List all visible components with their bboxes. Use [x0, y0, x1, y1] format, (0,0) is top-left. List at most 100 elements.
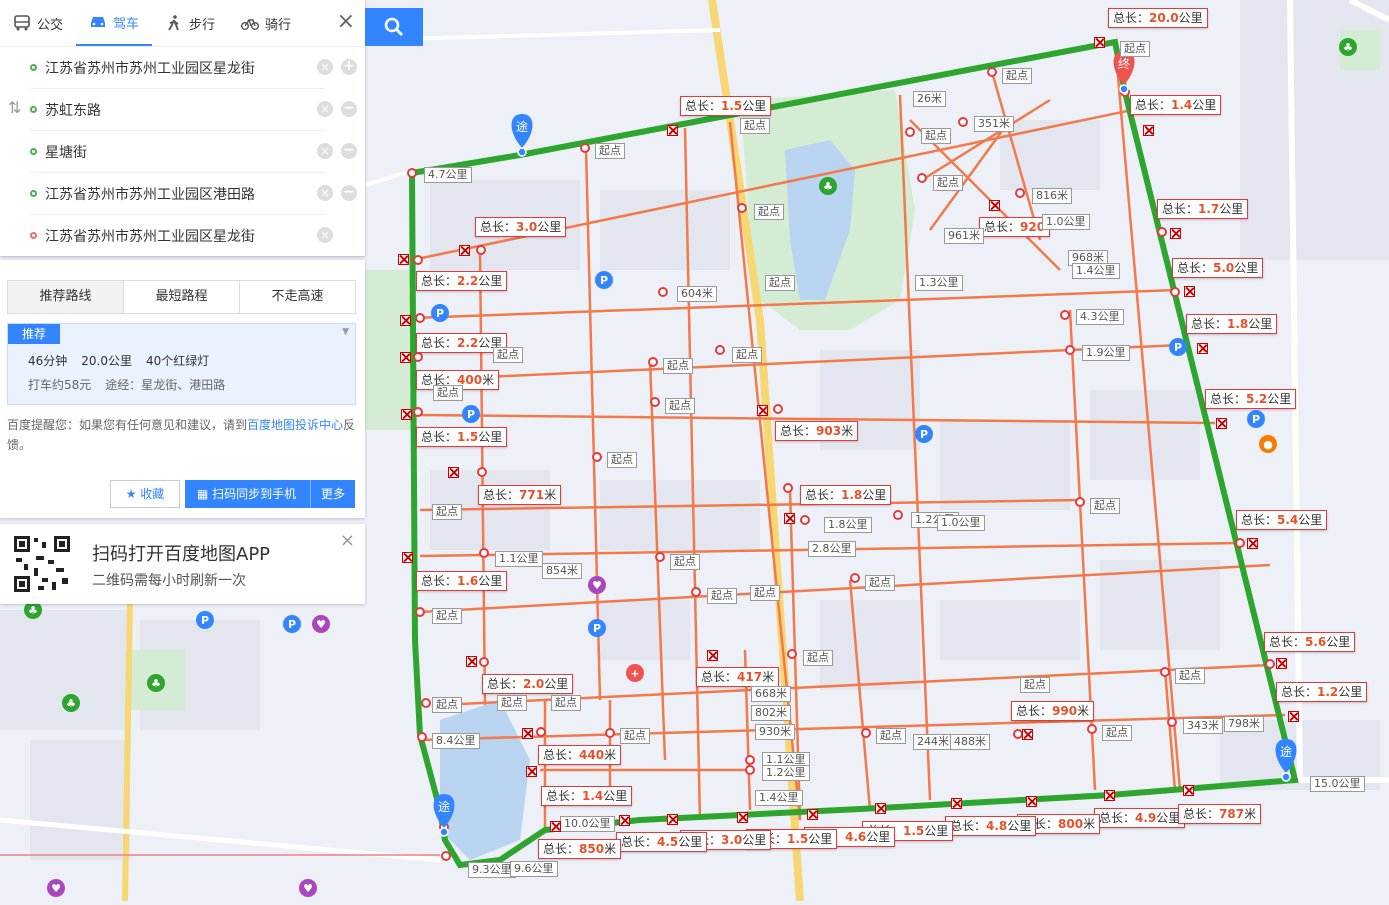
- start-tag[interactable]: 起点: [876, 728, 906, 744]
- search-button[interactable]: [365, 8, 423, 46]
- segment-length-label[interactable]: 总长：771米: [478, 485, 562, 505]
- clear-icon[interactable]: ×: [317, 143, 333, 159]
- more-button[interactable]: 更多: [310, 480, 355, 508]
- start-tag[interactable]: 起点: [620, 728, 650, 744]
- waypoint-text[interactable]: 江苏省苏州市苏州工业园区星龙街: [45, 226, 325, 246]
- segment-length-label[interactable]: 总长：3.0公里: [475, 217, 567, 237]
- start-tag[interactable]: 起点: [551, 695, 581, 711]
- toll-close-icon[interactable]: [448, 467, 459, 478]
- waypoint-via-2[interactable]: 星塘街 × −: [30, 131, 357, 173]
- segment-length-label[interactable]: 总长：850米: [538, 839, 622, 859]
- start-tag[interactable]: 起点: [670, 554, 700, 570]
- close-icon[interactable]: ×: [337, 11, 355, 33]
- route-plan-card[interactable]: 推荐 ▼ 46分钟 20.0公里 40个红绿灯 打车约58元 途经：星龙街、港田…: [7, 323, 356, 405]
- start-tag[interactable]: 起点: [754, 204, 784, 220]
- toll-close-icon[interactable]: [807, 809, 818, 820]
- tab-shortest[interactable]: 最短路程: [124, 281, 240, 313]
- start-tag[interactable]: 起点: [432, 697, 462, 713]
- toll-close-icon[interactable]: [1247, 538, 1258, 549]
- start-tag[interactable]: 起点: [740, 118, 770, 134]
- start-tag[interactable]: 起点: [663, 358, 693, 374]
- segment-length-label[interactable]: 总长：5.2公里: [1205, 389, 1297, 409]
- toll-close-icon[interactable]: [400, 352, 411, 363]
- add-waypoint-icon[interactable]: +: [341, 59, 357, 75]
- start-tag[interactable]: 起点: [1020, 677, 1050, 693]
- remove-waypoint-icon[interactable]: −: [341, 185, 357, 201]
- complaint-center-link[interactable]: 百度地图投诉中心: [247, 418, 343, 432]
- start-tag[interactable]: 起点: [1175, 668, 1205, 684]
- segment-length-label[interactable]: 总长：2.0公里: [482, 674, 574, 694]
- start-tag[interactable]: 起点: [432, 504, 462, 520]
- toll-close-icon[interactable]: [1276, 658, 1287, 669]
- toll-close-icon[interactable]: [1170, 228, 1181, 239]
- start-tag[interactable]: 起点: [493, 347, 523, 363]
- swap-icon[interactable]: ⇅: [8, 98, 21, 117]
- segment-length-label[interactable]: 总长：990米: [1011, 701, 1095, 721]
- start-tag[interactable]: 起点: [497, 695, 527, 711]
- start-tag[interactable]: 起点: [665, 398, 695, 414]
- segment-length-label[interactable]: 总长：5.4公里: [1236, 510, 1328, 530]
- sync-label[interactable]: ▦ 扫码同步到手机: [185, 480, 310, 508]
- waypoint-via-1[interactable]: 苏虹东路 × −: [30, 89, 357, 131]
- start-tag[interactable]: 起点: [432, 608, 462, 624]
- mode-bus[interactable]: 公交: [0, 0, 76, 46]
- waypoint-end[interactable]: 江苏省苏州市苏州工业园区星龙街 ×: [30, 215, 333, 256]
- tab-no-highway[interactable]: 不走高速: [240, 281, 355, 313]
- favorite-button[interactable]: ★ 收藏: [110, 480, 180, 508]
- segment-length-label[interactable]: 总长：5.0公里: [1172, 258, 1264, 278]
- clear-icon[interactable]: ×: [317, 101, 333, 117]
- clear-icon[interactable]: ×: [317, 59, 333, 75]
- mode-walk[interactable]: 步行: [152, 0, 228, 46]
- toll-close-icon[interactable]: [1197, 343, 1208, 354]
- collapse-icon[interactable]: ▼: [342, 327, 349, 337]
- start-tag[interactable]: 起点: [1090, 498, 1120, 514]
- segment-length-label[interactable]: 总长：1.2公里: [1276, 682, 1368, 702]
- toll-close-icon[interactable]: [784, 513, 795, 524]
- start-tag[interactable]: 起点: [607, 452, 637, 468]
- toll-close-icon[interactable]: [1022, 729, 1033, 740]
- toll-close-icon[interactable]: [459, 245, 470, 256]
- segment-length-label[interactable]: 总长：1.6公里: [416, 571, 508, 591]
- toll-close-icon[interactable]: [550, 821, 561, 832]
- segment-length-label[interactable]: 总长：1.8公里: [800, 485, 892, 505]
- segment-length-label[interactable]: 总长：4.8公里: [945, 816, 1037, 836]
- start-tag[interactable]: 起点: [1120, 41, 1150, 57]
- start-tag[interactable]: 起点: [765, 275, 795, 291]
- segment-length-label[interactable]: 总长：1.5公里: [416, 427, 508, 447]
- waypoint-text[interactable]: 苏虹东路: [45, 100, 325, 120]
- toll-close-icon[interactable]: [1183, 785, 1194, 796]
- mode-bike[interactable]: 骑行: [228, 0, 304, 46]
- toll-close-icon[interactable]: [466, 656, 477, 667]
- toll-close-icon[interactable]: [1094, 37, 1105, 48]
- clear-icon[interactable]: ×: [317, 185, 333, 201]
- waypoint-text[interactable]: 星塘街: [45, 142, 325, 162]
- toll-close-icon[interactable]: [400, 315, 411, 326]
- close-qr-icon[interactable]: ×: [340, 530, 355, 551]
- toll-close-icon[interactable]: [402, 552, 413, 563]
- toll-close-icon[interactable]: [1288, 711, 1299, 722]
- toll-close-icon[interactable]: [1216, 418, 1227, 429]
- segment-length-label[interactable]: 总长：417米: [696, 667, 780, 687]
- start-tag[interactable]: 起点: [921, 128, 951, 144]
- segment-length-label[interactable]: 总长：1.4公里: [1130, 95, 1222, 115]
- start-tag[interactable]: 起点: [933, 175, 963, 191]
- toll-close-icon[interactable]: [667, 125, 678, 136]
- start-tag[interactable]: 起点: [732, 347, 762, 363]
- start-tag[interactable]: 起点: [595, 143, 625, 159]
- segment-length-label[interactable]: 总长：4.5公里: [616, 832, 708, 852]
- toll-close-icon[interactable]: [667, 814, 678, 825]
- remove-waypoint-icon[interactable]: −: [341, 143, 357, 159]
- toll-close-icon[interactable]: [522, 728, 533, 739]
- start-tag[interactable]: 起点: [1102, 725, 1132, 741]
- toll-close-icon[interactable]: [398, 254, 409, 265]
- segment-length-label[interactable]: 总长：440米: [538, 745, 622, 765]
- waypoint-text[interactable]: 江苏省苏州市苏州工业园区港田路: [45, 184, 325, 204]
- segment-length-label[interactable]: 总长：1.4公里: [541, 786, 633, 806]
- waypoint-text[interactable]: 江苏省苏州市苏州工业园区星龙街: [45, 58, 325, 78]
- toll-close-icon[interactable]: [1184, 286, 1195, 297]
- toll-close-icon[interactable]: [707, 650, 718, 661]
- segment-length-label[interactable]: 总长：2.2公里: [416, 271, 508, 291]
- remove-waypoint-icon[interactable]: −: [341, 101, 357, 117]
- segment-length-label[interactable]: 总长：1.5公里: [680, 96, 772, 116]
- clear-icon[interactable]: ×: [317, 227, 333, 243]
